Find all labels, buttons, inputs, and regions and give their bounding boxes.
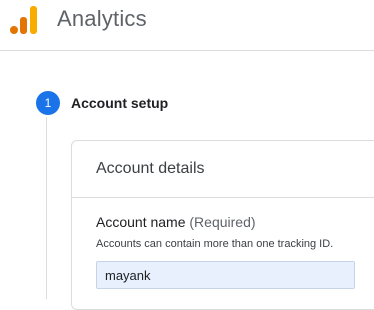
card-header: Account details — [72, 141, 374, 198]
account-name-label-text: Account name — [96, 214, 186, 230]
account-name-label: Account name (Required) — [96, 214, 256, 230]
app-header: Analytics — [0, 0, 374, 51]
account-name-hint: Accounts can contain more than one track… — [96, 238, 334, 250]
logo-bar-tall — [30, 6, 37, 34]
logo-bar-medium — [20, 17, 27, 34]
account-details-card: Account details Account name (Required) … — [71, 140, 374, 310]
step-title: Account setup — [71, 95, 169, 111]
analytics-logo-icon[interactable] — [10, 6, 37, 34]
stepper-connector-line — [46, 117, 47, 299]
step-number-badge: 1 — [36, 91, 60, 115]
app-title: Analytics — [57, 6, 147, 31]
card-title: Account details — [96, 160, 205, 177]
required-indicator: (Required) — [189, 214, 256, 230]
logo-bar-small — [10, 26, 18, 34]
account-name-input[interactable] — [96, 261, 355, 289]
